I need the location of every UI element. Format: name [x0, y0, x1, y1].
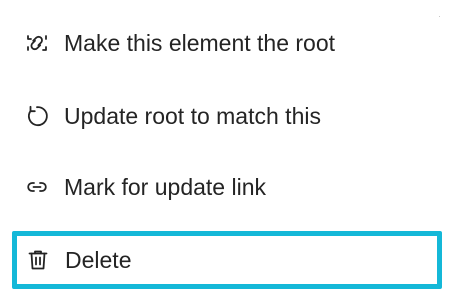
update-root-menu-item[interactable]: Update root to match this — [16, 93, 440, 139]
make-root-label: Make this element the root — [64, 30, 336, 56]
link-root-icon — [24, 30, 50, 56]
delete-menu-item[interactable]: Delete — [12, 231, 442, 289]
mark-update-link-label: Mark for update link — [64, 174, 266, 200]
make-root-menu-item[interactable]: Make this element the root — [16, 20, 440, 66]
context-menu: Make this element the root Update root t… — [0, 0, 470, 305]
trash-icon — [25, 247, 51, 273]
mark-update-link-menu-item[interactable]: Mark for update link — [16, 164, 440, 210]
link-icon — [24, 174, 50, 200]
menu-edge-mark — [439, 16, 440, 17]
undo-arrow-icon — [24, 103, 50, 129]
update-root-label: Update root to match this — [64, 103, 321, 129]
delete-label: Delete — [65, 247, 132, 273]
